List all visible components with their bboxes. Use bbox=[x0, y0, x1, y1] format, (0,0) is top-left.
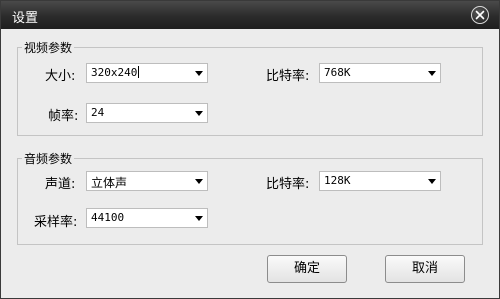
settings-dialog: 设置 视频参数 大小: 320x240 比特率: 768K 帧率: 24 音频参… bbox=[0, 0, 500, 299]
video-size-value: 320x240 bbox=[91, 66, 138, 79]
close-icon bbox=[475, 10, 485, 20]
text-caret bbox=[138, 66, 140, 78]
video-size-label: 大小: bbox=[45, 69, 76, 84]
chevron-down-icon[interactable] bbox=[195, 111, 203, 116]
audio-samplerate-select[interactable]: 44100 bbox=[86, 208, 208, 228]
audio-bitrate-select[interactable]: 128K bbox=[319, 171, 441, 191]
audio-samplerate-label: 采样率: bbox=[34, 215, 78, 230]
chevron-down-icon[interactable] bbox=[195, 216, 203, 221]
chevron-down-icon[interactable] bbox=[195, 71, 203, 76]
video-bitrate-value: 768K bbox=[324, 66, 351, 79]
video-group-legend: 视频参数 bbox=[22, 39, 75, 56]
audio-group-legend: 音频参数 bbox=[22, 150, 75, 167]
video-framerate-select[interactable]: 24 bbox=[86, 103, 208, 123]
video-framerate-label: 帧率: bbox=[48, 109, 79, 124]
audio-channel-select[interactable]: 立体声 bbox=[86, 171, 208, 191]
audio-bitrate-value: 128K bbox=[324, 174, 351, 187]
chevron-down-icon[interactable] bbox=[428, 71, 436, 76]
close-button[interactable] bbox=[471, 6, 489, 24]
video-framerate-value: 24 bbox=[91, 106, 105, 119]
video-bitrate-select[interactable]: 768K bbox=[319, 63, 441, 83]
audio-bitrate-label: 比特率: bbox=[266, 177, 310, 192]
chevron-down-icon[interactable] bbox=[195, 179, 203, 184]
video-bitrate-label: 比特率: bbox=[266, 69, 310, 84]
audio-samplerate-value: 44100 bbox=[91, 211, 125, 224]
ok-button[interactable]: 确定 bbox=[267, 255, 347, 283]
title-bar[interactable]: 设置 bbox=[1, 1, 499, 29]
audio-channel-label: 声道: bbox=[45, 177, 76, 192]
window-title: 设置 bbox=[12, 11, 39, 26]
cancel-button[interactable]: 取消 bbox=[385, 255, 465, 283]
audio-channel-value: 立体声 bbox=[91, 176, 128, 190]
chevron-down-icon[interactable] bbox=[428, 179, 436, 184]
video-size-select[interactable]: 320x240 bbox=[86, 63, 208, 83]
